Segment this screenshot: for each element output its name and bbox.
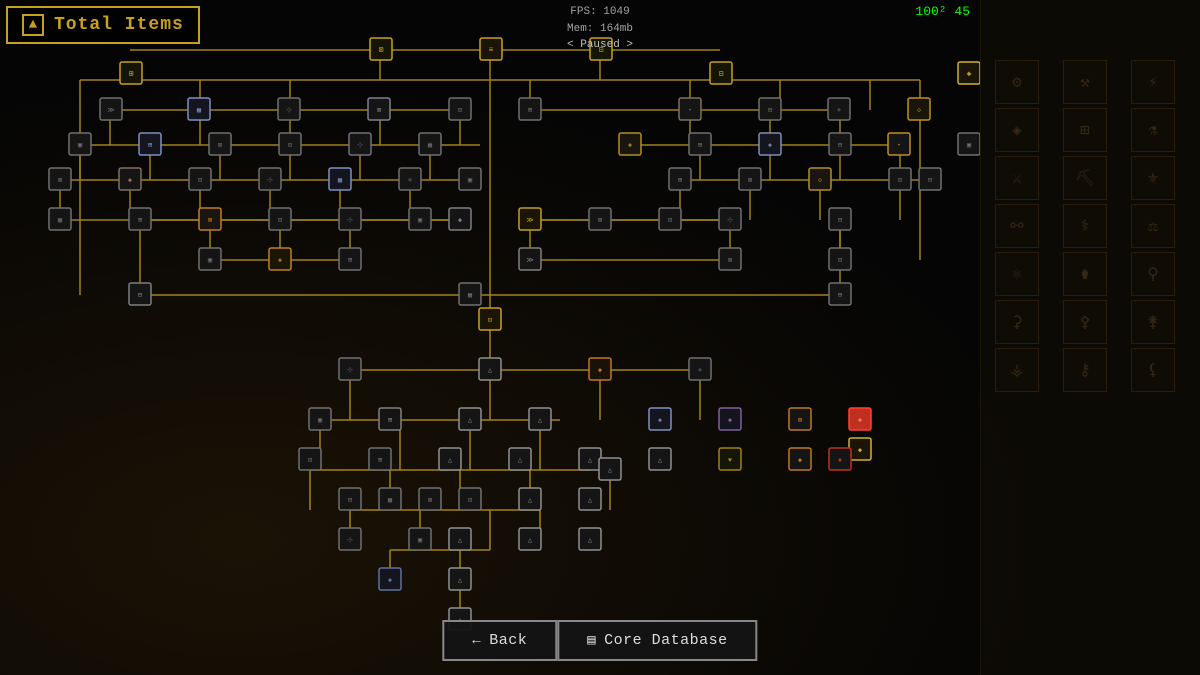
svg-text:⊡: ⊡ bbox=[458, 107, 462, 115]
svg-text:⋆: ⋆ bbox=[688, 107, 692, 115]
svg-text:⊡: ⊡ bbox=[668, 217, 672, 225]
svg-text:⊡: ⊡ bbox=[898, 177, 902, 185]
bg-icon: ⚯ bbox=[995, 204, 1039, 248]
bg-icon: ⚙ bbox=[995, 60, 1039, 104]
bg-icon: ⚛ bbox=[995, 252, 1039, 296]
core-database-button[interactable]: ▤ Core Database bbox=[557, 620, 757, 661]
svg-text:⊡: ⊡ bbox=[288, 142, 292, 150]
svg-text:⊠: ⊠ bbox=[728, 257, 732, 265]
svg-text:⊠: ⊠ bbox=[379, 46, 384, 55]
svg-text:♥: ♥ bbox=[728, 457, 732, 465]
svg-text:⋄: ⋄ bbox=[408, 177, 412, 185]
svg-text:⊠: ⊠ bbox=[218, 142, 222, 150]
svg-text:⋄: ⋄ bbox=[837, 107, 841, 115]
svg-text:⊟: ⊟ bbox=[768, 107, 772, 115]
svg-text:▣: ▣ bbox=[468, 177, 472, 185]
svg-text:⊡: ⊡ bbox=[278, 217, 282, 225]
svg-text:▣: ▣ bbox=[967, 142, 971, 150]
svg-text:⊠: ⊠ bbox=[798, 417, 802, 425]
svg-text:●: ● bbox=[838, 457, 842, 465]
bg-icon: ⚳ bbox=[995, 300, 1039, 344]
svg-text:⊡: ⊡ bbox=[198, 177, 202, 185]
mem-text: Mem: 164mb bbox=[567, 21, 633, 38]
core-database-label: Core Database bbox=[604, 632, 728, 649]
svg-text:⊟: ⊟ bbox=[348, 497, 352, 505]
svg-text:▣: ▣ bbox=[318, 417, 322, 425]
back-icon: ← bbox=[472, 633, 481, 649]
bg-icon: ⚡ bbox=[1131, 60, 1175, 104]
svg-text:⊞: ⊞ bbox=[129, 70, 134, 79]
svg-text:⊹: ⊹ bbox=[286, 107, 292, 115]
bg-icon: ⚕ bbox=[1063, 204, 1107, 248]
top-hud: FPS: 1049 Mem: 164mb < Paused > bbox=[567, 4, 633, 54]
svg-text:⊡: ⊡ bbox=[838, 257, 842, 265]
bg-icon: ⚒ bbox=[1063, 60, 1107, 104]
svg-text:⊹: ⊹ bbox=[347, 537, 353, 545]
svg-text:▣: ▣ bbox=[418, 217, 422, 225]
svg-text:≫: ≫ bbox=[526, 217, 533, 225]
svg-text:⊹: ⊹ bbox=[727, 217, 733, 225]
back-button[interactable]: ← Back bbox=[442, 620, 557, 661]
title-box: ▲ Total Items bbox=[6, 6, 200, 44]
bg-icon: ⚜ bbox=[1131, 156, 1175, 200]
bg-icon: ⚷ bbox=[1063, 348, 1107, 392]
bg-icon: ⚱ bbox=[1063, 252, 1107, 296]
svg-text:≫: ≫ bbox=[526, 257, 533, 265]
svg-text:⋄: ⋄ bbox=[698, 367, 702, 375]
tree-canvas: ≡ ⊞ ⊠ ⊡ ⊟ ◈ ▦ ≫ ⊹ ⊠ ⊡ ⊞ ⋆ ⊟ ⋄ ◇ bbox=[0, 0, 980, 675]
fps-text: FPS: 1049 bbox=[567, 4, 633, 21]
svg-text:▣: ▣ bbox=[78, 142, 82, 150]
paused-text: < Paused > bbox=[567, 37, 633, 54]
bg-icon: ⚲ bbox=[1131, 252, 1175, 296]
bg-icon: ⚴ bbox=[1063, 300, 1107, 344]
svg-text:≫: ≫ bbox=[107, 107, 114, 115]
svg-text:⊠: ⊠ bbox=[58, 177, 62, 185]
bg-icon: ⊞ bbox=[1063, 108, 1107, 152]
svg-text:⊠: ⊠ bbox=[748, 177, 752, 185]
svg-text:⊟: ⊟ bbox=[719, 70, 724, 79]
database-icon: ▤ bbox=[587, 632, 596, 649]
bg-icons: ⚙ ⚒ ⚡ ◈ ⊞ ⚗ ⚔ ⛏ ⚜ ⚯ ⚕ ⚖ ⚛ ⚱ ⚲ ⚳ ⚴ ⚵ ⚶ ⚷ … bbox=[995, 60, 1195, 392]
svg-text:≡: ≡ bbox=[489, 46, 494, 55]
bg-icon: ◈ bbox=[995, 108, 1039, 152]
svg-text:⊠: ⊠ bbox=[428, 497, 432, 505]
svg-text:⊟: ⊟ bbox=[928, 177, 932, 185]
svg-text:⊠: ⊠ bbox=[598, 217, 602, 225]
svg-text:⊠: ⊠ bbox=[377, 107, 381, 115]
title-label: Total Items bbox=[54, 15, 184, 35]
bg-icon: ⚶ bbox=[995, 348, 1039, 392]
svg-text:⊠: ⊠ bbox=[208, 217, 212, 225]
svg-text:⊹: ⊹ bbox=[357, 142, 363, 150]
top-right-counter: 100² 45 bbox=[915, 4, 970, 19]
bg-icon: ⚗ bbox=[1131, 108, 1175, 152]
svg-text:⊟: ⊟ bbox=[838, 142, 842, 150]
bg-icon: ⚵ bbox=[1131, 300, 1175, 344]
back-label: Back bbox=[489, 632, 527, 649]
svg-text:◈: ◈ bbox=[967, 70, 972, 79]
bg-icon: ⛏ bbox=[1063, 156, 1107, 200]
svg-text:⊹: ⊹ bbox=[347, 217, 353, 225]
svg-text:▣: ▣ bbox=[418, 537, 422, 545]
bg-icon: ⚔ bbox=[995, 156, 1039, 200]
svg-text:⊡: ⊡ bbox=[468, 497, 472, 505]
svg-text:⊹: ⊹ bbox=[347, 367, 353, 375]
svg-text:⊡: ⊡ bbox=[488, 317, 492, 325]
title-arrow-icon: ▲ bbox=[22, 14, 44, 36]
bg-icon: ⚖ bbox=[1131, 204, 1175, 248]
svg-text:⊟: ⊟ bbox=[838, 217, 842, 225]
svg-text:⊹: ⊹ bbox=[267, 177, 273, 185]
bg-icon: ⚸ bbox=[1131, 348, 1175, 392]
svg-text:⋆: ⋆ bbox=[897, 142, 901, 150]
bottom-buttons: ← Back ▤ Core Database bbox=[442, 620, 757, 661]
svg-text:⊡: ⊡ bbox=[308, 457, 312, 465]
svg-text:⊟: ⊟ bbox=[138, 292, 142, 300]
svg-text:▣: ▣ bbox=[208, 257, 212, 265]
svg-text:●: ● bbox=[858, 417, 862, 425]
